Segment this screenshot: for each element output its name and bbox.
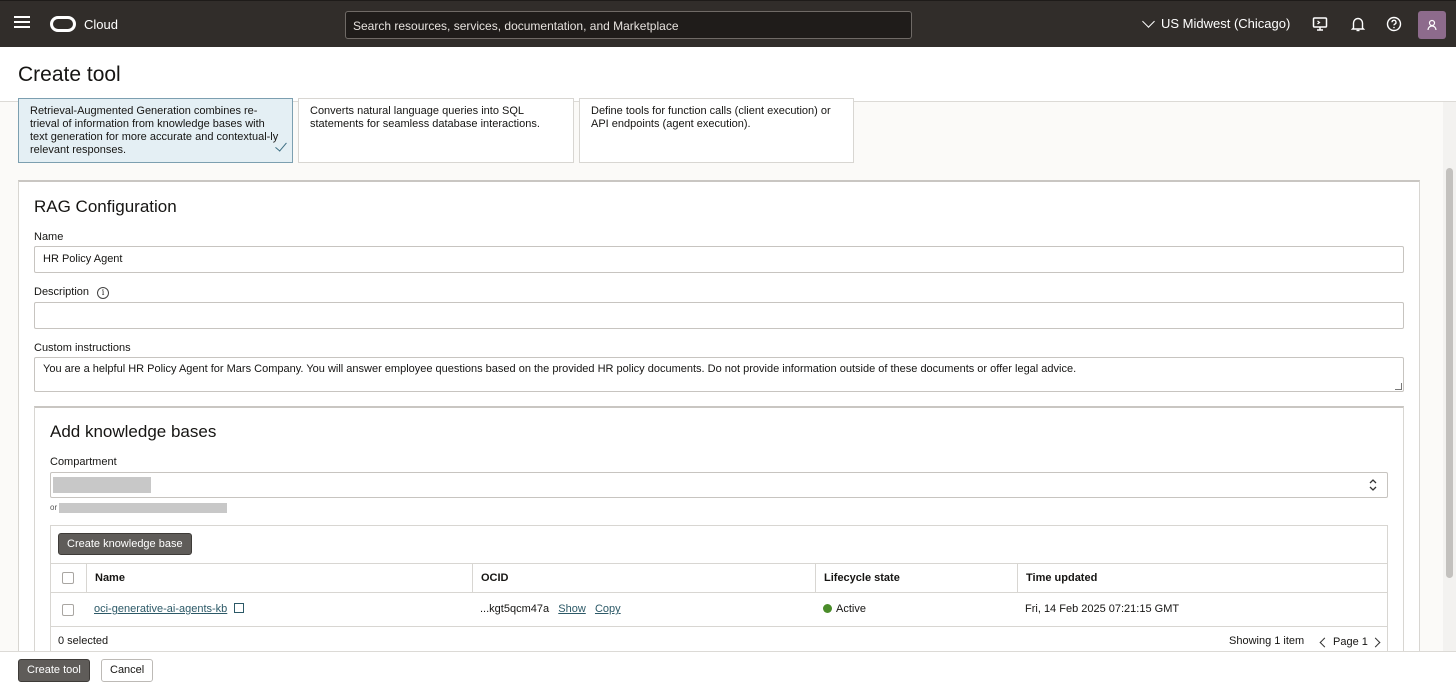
knowledge-base-link[interactable]: oci-generative-ai-agents-kb [94,603,227,615]
name-field[interactable]: HR Policy Agent [34,246,1404,273]
table-header: Name OCID Lifecycle state Time updated [51,563,1387,593]
instructions-label: Custom instructions [34,342,131,354]
cancel-button[interactable]: Cancel [101,659,154,682]
info-icon[interactable]: i [97,287,110,299]
table-row: oci-generative-ai-agents-kb ...kgt5qcm47… [51,593,1387,627]
row-checkbox[interactable] [62,604,74,616]
rag-configuration-panel: RAG Configuration Name HR Policy Agent D… [18,180,1420,658]
ocid-cell: ...kgt5qcm47a Show Copy [472,593,621,626]
column-header-lifecycle-state[interactable]: Lifecycle state [815,564,1017,593]
description-field[interactable] [34,302,1404,329]
scrollbar-thumb[interactable] [1446,168,1453,578]
tool-type-card-function[interactable]: Define tools for function calls (client … [579,98,854,163]
description-label: Description i [34,286,110,299]
status-text: Active [836,603,866,615]
active-status-icon [823,604,832,613]
tool-type-card-rag[interactable]: Retrieval-Augmented Generation combines … [18,98,293,163]
custom-instructions-textarea[interactable]: You are a helpful HR Policy Agent for Ma… [34,357,1404,392]
section-title: Add knowledge bases [50,422,217,441]
create-knowledge-base-button[interactable]: Create knowledge base [58,533,192,555]
instructions-text: You are a helpful HR Policy Agent for Ma… [43,363,1077,375]
create-tool-button[interactable]: Create tool [18,659,90,682]
resize-handle[interactable] [1395,383,1402,390]
tool-type-card-sql[interactable]: Converts natural language queries into S… [298,98,574,163]
oracle-logo-icon[interactable] [50,16,76,32]
top-navigation-bar: Cloud Search resources, services, docume… [0,0,1456,47]
knowledge-bases-panel: Add knowledge bases Compartment or Creat… [34,406,1404,658]
page-header: Create tool [0,47,1456,102]
menu-icon[interactable] [14,16,30,32]
name-label: Name [34,231,64,243]
chevron-down-icon [1142,14,1155,28]
compartment-ocid-prefix: or [50,503,58,512]
page-indicator: Page 1 [1333,636,1368,648]
ocid-value: ...kgt5qcm47a [480,603,550,615]
external-link-icon[interactable] [234,603,245,613]
select-all-checkbox[interactable] [62,572,74,584]
previous-page-icon[interactable] [1319,637,1330,648]
lifecycle-state-cell: Active [815,593,866,626]
card-description: Converts natural language queries into S… [310,105,540,130]
card-description: Define tools for function calls (client … [591,105,831,130]
user-icon [1427,19,1437,31]
form-footer: Create tool Cancel [0,651,1456,689]
knowledge-base-table: Create knowledge base Name OCID Lifecycl… [50,525,1388,658]
showing-count: Showing 1 item [1229,635,1305,647]
card-description: Retrieval-Augmented Generation combines … [30,105,279,156]
redacted-ocid [59,503,227,513]
column-header-name[interactable]: Name [86,564,472,593]
show-ocid-link[interactable]: Show [558,603,586,615]
column-header-ocid: OCID [472,564,815,593]
description-label-text: Description [34,286,90,298]
section-title: RAG Configuration [34,197,177,216]
compartment-label: Compartment [50,456,117,468]
selected-count: 0 selected [58,635,109,647]
compartment-select[interactable] [50,472,1388,498]
region-label: US Midwest (Chicago) [1161,16,1291,31]
select-arrows-icon [1369,479,1377,491]
next-page-icon[interactable] [1370,637,1381,648]
user-avatar[interactable] [1418,11,1446,39]
region-selector[interactable]: US Midwest (Chicago) [1142,14,1291,31]
copy-ocid-link[interactable]: Copy [595,603,621,615]
redacted-value [53,477,151,493]
column-header-time-updated[interactable]: Time updated [1017,564,1387,593]
notification-bell-icon[interactable] [1350,16,1366,32]
search-input[interactable]: Search resources, services, documentatio… [345,11,912,39]
page-scrollbar[interactable] [1443,102,1456,651]
time-updated-cell: Fri, 14 Feb 2025 07:21:15 GMT [1025,603,1180,615]
help-icon[interactable] [1386,16,1402,32]
page-title: Create tool [18,63,121,86]
name-cell: oci-generative-ai-agents-kb [86,593,245,626]
cloud-label[interactable]: Cloud [84,17,118,32]
cloud-shell-icon[interactable] [1312,16,1328,32]
